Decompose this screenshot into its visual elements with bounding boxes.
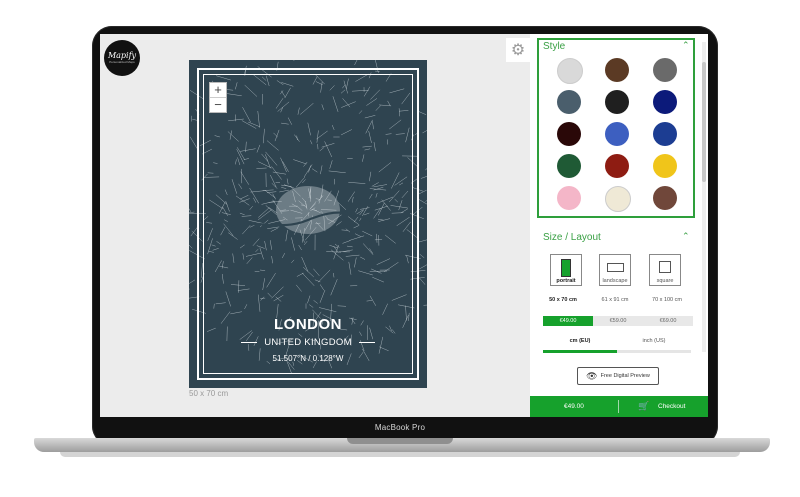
checkout-bar: €49.00 🛒 Checkout: [530, 396, 708, 417]
laptop-base-shadow: [60, 452, 740, 457]
style-collapse-chevron-icon[interactable]: ⌃: [682, 40, 690, 51]
style-section: Style ⌃: [537, 38, 695, 218]
style-swatch[interactable]: [653, 186, 677, 210]
panel-scrollbar[interactable]: [702, 42, 706, 352]
map-poster[interactable]: + − LONDON UNITED KINGDOM 51.507°N / 0.1…: [189, 60, 427, 388]
style-swatch[interactable]: [605, 122, 629, 146]
app-screen: Mapify Personalized Maps ⚙ + − LONDON UN…: [100, 34, 708, 417]
poster-country-subtitle: UNITED KINGDOM: [189, 337, 427, 348]
price-option-3[interactable]: €69.00: [643, 316, 693, 326]
dimension-option-3[interactable]: 70 x 100 cm: [641, 297, 693, 303]
style-swatch[interactable]: [557, 186, 581, 210]
style-section-title: Style: [543, 41, 566, 52]
preview-button-label: Free Digital Preview: [600, 373, 650, 379]
style-swatch[interactable]: [605, 154, 629, 178]
checkout-divider: [618, 400, 619, 413]
square-shape-icon: [659, 261, 671, 273]
config-panel: Style ⌃ Size / Layout ⌃ portrait landsca…: [530, 34, 708, 417]
zoom-out-button[interactable]: −: [210, 97, 226, 112]
mapify-logo[interactable]: Mapify Personalized Maps: [104, 40, 140, 76]
price-option-1[interactable]: €49.00: [543, 316, 593, 326]
zoom-in-button[interactable]: +: [210, 83, 226, 97]
style-swatch[interactable]: [557, 154, 581, 178]
landscape-shape-icon: [607, 263, 624, 272]
style-swatch[interactable]: [605, 90, 629, 114]
orientation-label-landscape: landscape: [602, 278, 628, 284]
checkout-button[interactable]: Checkout: [658, 403, 685, 410]
style-swatch[interactable]: [653, 122, 677, 146]
style-swatch[interactable]: [557, 90, 581, 114]
laptop-base-notch: [347, 438, 453, 444]
settings-gear-icon[interactable]: ⚙: [506, 38, 530, 62]
poster-coordinates: 51.507°N / 0.128°W: [272, 354, 344, 363]
free-digital-preview-button[interactable]: 👁 Free Digital Preview: [577, 367, 659, 385]
price-option-2[interactable]: €59.00: [593, 316, 643, 326]
zoom-control: + −: [209, 82, 227, 113]
poster-city-title: LONDON: [274, 316, 342, 333]
eye-icon: 👁: [586, 370, 598, 381]
scrollbar-thumb[interactable]: [702, 62, 706, 182]
size-layout-section: Size / Layout ⌃ portrait landscape squar…: [537, 226, 695, 353]
style-swatch[interactable]: [557, 58, 583, 84]
style-swatch[interactable]: [605, 58, 629, 82]
unit-option-cm[interactable]: cm (EU): [543, 338, 617, 344]
style-swatch[interactable]: [653, 154, 677, 178]
dimension-option-1[interactable]: 50 x 70 cm: [537, 297, 589, 303]
style-swatch[interactable]: [653, 58, 677, 82]
device-model-label: MacBook Pro: [374, 423, 426, 432]
unit-toggle-indicator: [543, 350, 617, 353]
portrait-shape-icon: [561, 259, 571, 277]
size-section-title: Size / Layout: [543, 232, 601, 243]
orientation-label-portrait: portrait: [556, 278, 576, 284]
dimension-option-2[interactable]: 61 x 91 cm: [589, 297, 641, 303]
orientation-label-square: square: [656, 278, 674, 284]
unit-option-inch[interactable]: inch (US): [617, 338, 691, 344]
checkout-total-price: €49.00: [564, 403, 584, 410]
style-swatch[interactable]: [557, 122, 581, 146]
style-swatch[interactable]: [653, 90, 677, 114]
style-swatch[interactable]: [605, 186, 631, 212]
unit-toggle-track[interactable]: [543, 350, 691, 353]
poster-size-caption: 50 x 70 cm: [189, 389, 229, 398]
shopping-cart-icon[interactable]: 🛒: [638, 401, 649, 412]
size-collapse-chevron-icon[interactable]: ⌃: [682, 231, 690, 242]
